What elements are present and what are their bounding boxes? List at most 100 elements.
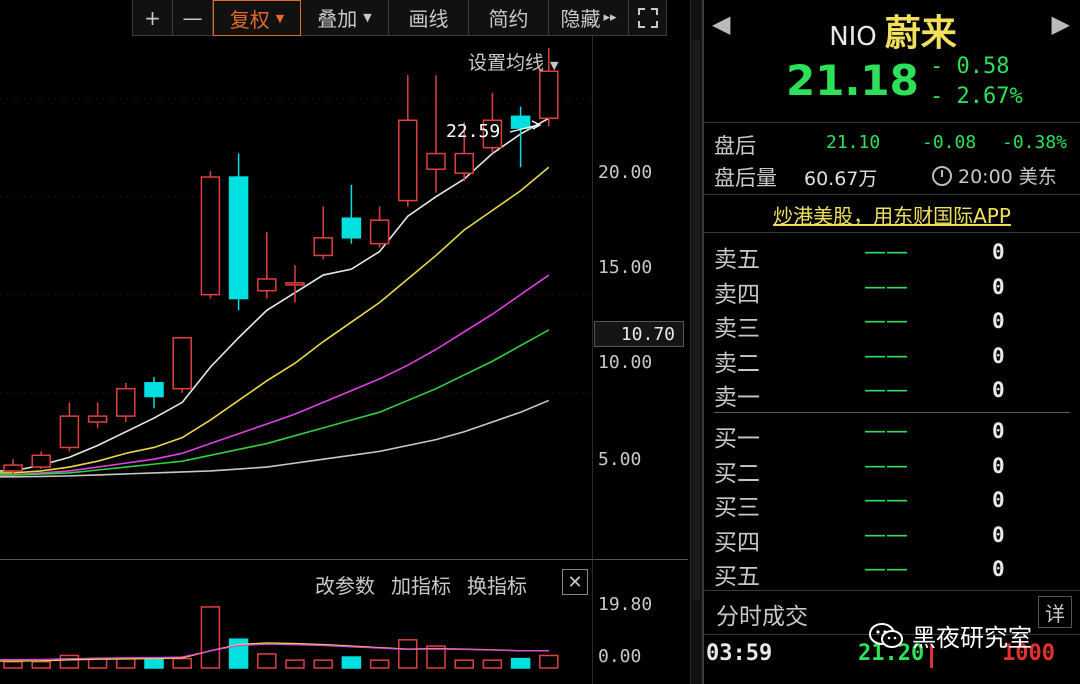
fullscreen-button[interactable] [629,0,667,36]
promo-link[interactable]: 炒港美股，用东财国际APP [704,200,1080,229]
draw-line-button[interactable]: 画线 [389,0,469,36]
candle-body [398,119,418,202]
divider [704,122,1080,123]
ma-setting-dropdown[interactable]: 设置均线 ▼ [468,48,558,75]
order-price: —— [864,343,908,369]
pane-divider[interactable] [0,559,688,560]
close-indicator-button[interactable]: ✕ [562,569,588,595]
candle-body [59,415,80,449]
order-price: —— [864,488,908,514]
order-volume: 0 [992,240,1005,264]
ma-setting-label: 设置均线 [468,52,545,74]
wechat-icon [869,622,903,648]
double-chevron-right-icon: ▸▸ [603,10,617,25]
simple-label: 简约 [488,7,529,31]
market-time-text: 20:00 美东 [958,166,1057,188]
change-indicator-button[interactable]: 换指标 [467,570,527,599]
wechat-watermark: 黑夜研究室 [868,618,1032,653]
price-axis-label: 5.00 [598,449,642,470]
candle-body [200,176,221,296]
order-price: —— [864,274,908,300]
order-level-label: 买五 [714,564,760,591]
price-axis-label: 15.00 [598,257,653,278]
adjust-label: 复权 [229,7,270,32]
price-axis-label: 10.00 [598,352,653,373]
hide-button[interactable]: 隐藏 ▸▸ [549,0,629,36]
candle-body [144,382,164,398]
caret-down-icon: ▼ [275,11,285,25]
change-percent: - 2.67% [930,84,1023,109]
hide-label: 隐藏 [560,7,601,31]
volume-axis-label: 19.80 [598,594,653,615]
zoom-out-button[interactable]: — [173,0,213,36]
overlay-label: 叠加 [317,7,358,31]
candle-body [454,152,474,174]
kline-chart-panel[interactable]: + — 复权 ▼ 叠加 ▼ 画线 简约 隐藏 ▸▸ 设置均线 ▼ 20.00 15.00… [0,0,688,684]
order-level-label: 卖一 [714,385,760,412]
simple-button[interactable]: 简约 [469,0,549,36]
order-level-label: 买三 [714,495,760,522]
detail-label: 详 [1045,601,1065,626]
crosshair-icon: + [144,5,161,30]
bid-row: 买五 —— 0 [714,557,1070,591]
volume-bar [3,660,23,669]
volume-bar [59,654,80,669]
order-price: —— [864,378,908,404]
chart-toolbar: + — 复权 ▼ 叠加 ▼ 画线 简约 隐藏 ▸▸ [132,0,667,36]
after-hours-volume: 60.67万 [804,168,878,190]
volume-bar [510,657,531,669]
scrollbar[interactable] [690,0,702,684]
divider [704,232,1080,233]
after-hours-price: 21.10 [826,132,881,153]
edit-params-button[interactable]: 改参数 [315,570,375,599]
after-hours-percent: -0.38% [1002,132,1068,153]
watermark-text: 黑夜研究室 [912,624,1032,652]
order-level-label: 卖三 [714,316,760,343]
quote-panel: ◀ ▶ NIO 蔚来 21.18 - 0.58 - 2.67% 盘后 21.10 … [702,0,1080,684]
order-price: —— [864,557,908,583]
volume-bar [200,606,221,669]
ask-row: 卖三 —— 0 [714,309,1070,343]
trades-detail-button[interactable]: 详 [1038,596,1072,628]
stock-title: NIO 蔚来 [704,4,1080,56]
candle-body [341,217,362,239]
bid-row: 买一 —— 0 [714,419,1070,453]
minus-icon: — [182,5,203,30]
price-axis-label: 20.00 [598,162,653,183]
order-volume: 0 [992,378,1005,403]
order-level-label: 卖四 [714,281,760,308]
order-volume: 0 [992,419,1005,443]
indicator-toolbar: 改参数 加指标 换指标 [315,570,527,599]
close-icon: ✕ [567,571,583,593]
order-volume: 0 [992,522,1005,547]
draw-line-label: 画线 [408,7,449,31]
ask-row: 卖四 —— 0 [714,275,1070,309]
bid-row: 买二 —— 0 [714,454,1070,488]
candle-body [369,219,390,245]
adjust-button[interactable]: 复权 ▼ [213,0,301,36]
company-name: 蔚来 [884,13,957,54]
order-price: —— [864,419,908,444]
overlay-button[interactable]: 叠加 ▼ [301,0,389,36]
axis-divider [592,560,593,684]
volume-axis-label: 0.00 [598,646,642,667]
order-volume: 0 [992,309,1005,334]
market-time: 20:00 美东 [932,162,1057,189]
price-change: - 0.58 - 2.67% [930,52,1023,112]
volume-bar [454,659,474,669]
clock-icon [932,165,952,186]
ticker-symbol: NIO [829,22,877,52]
ask-row: 卖五 —— 0 [714,240,1070,274]
order-level-label: 卖二 [714,350,760,377]
scrollbar-thumb[interactable] [693,40,700,600]
volume-bar [144,657,164,669]
order-volume: 0 [992,343,1005,368]
add-indicator-button[interactable]: 加指标 [391,570,451,599]
candle-body [116,387,136,417]
candle-body [172,336,192,390]
trades-title: 分时成交 [716,604,808,630]
crosshair-button[interactable]: + [133,0,173,36]
candle-body [257,278,277,292]
trade-time: 03:59 [706,641,773,666]
volume-bar [172,657,192,669]
